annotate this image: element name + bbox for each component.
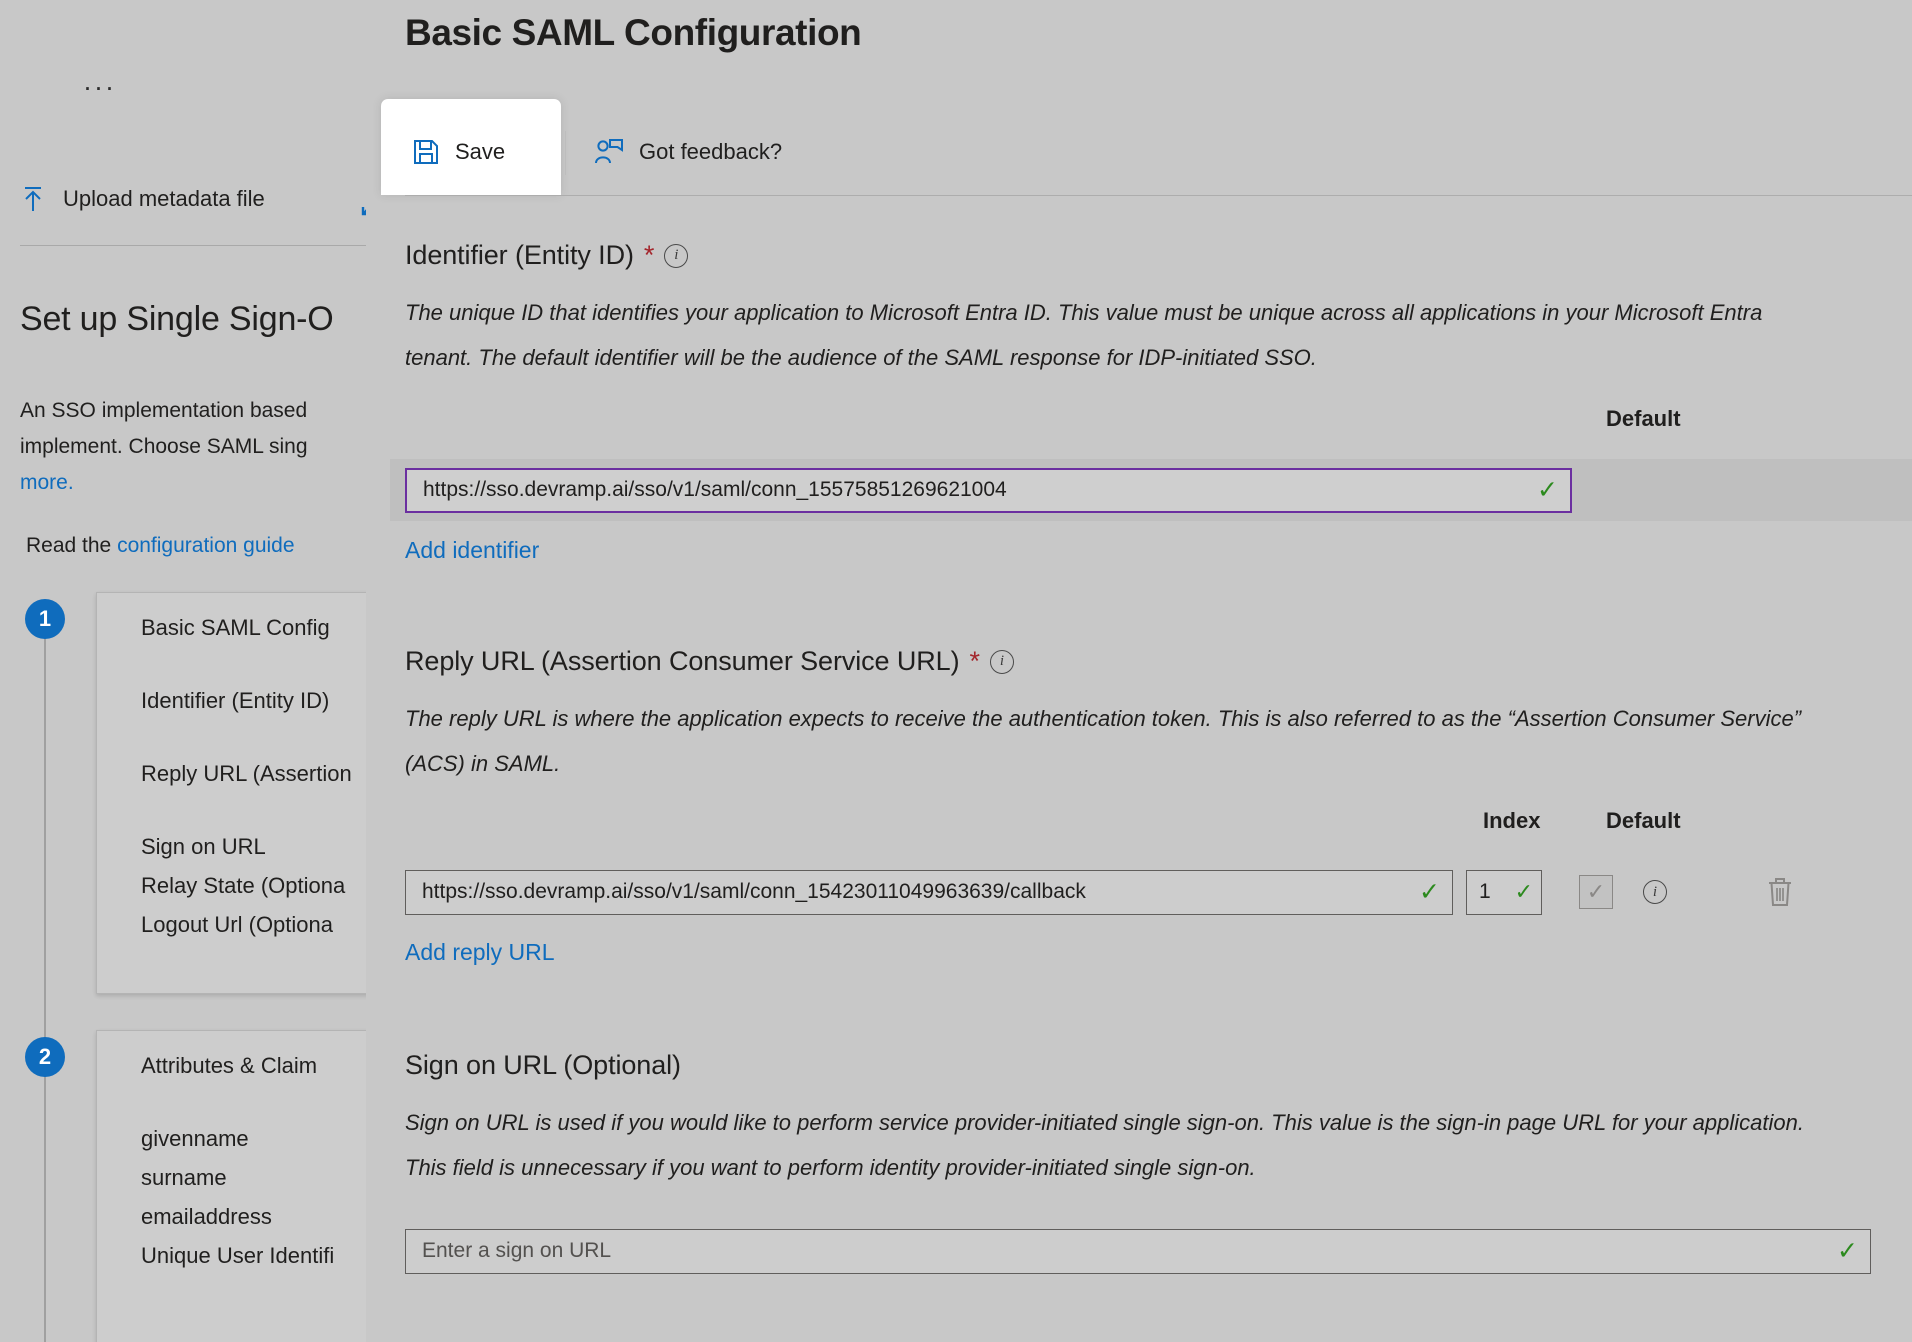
identifier-delete-icon[interactable] [1795,473,1825,507]
background-page: n ··· Upload metadata file Set up Single… [0,0,372,1342]
reply-url-row: https://sso.devramp.ai/sso/v1/saml/conn_… [405,861,1912,923]
got-feedback-button[interactable]: Got feedback? [594,138,782,166]
basic-saml-configuration-blade: Basic SAML Configuration Save Got feedba… [366,0,1912,1342]
background-read-guide-line: Read the configuration guide [26,534,295,558]
upload-arrow-icon [20,185,46,213]
step-card-1-row-identifier: Identifier (Entity ID) [141,681,372,720]
configuration-guide-link[interactable]: configuration guide [117,534,294,557]
identifier-row: https://sso.devramp.ai/sso/v1/saml/conn_… [405,459,1912,521]
sign-on-url-placeholder: Enter a sign on URL [422,1239,1827,1263]
reply-url-required-marker: * [969,648,979,675]
reply-url-default-checkbox: ✓ [1579,875,1613,909]
step-card-2-row-emailaddress: emailaddress [141,1197,372,1236]
identifier-info-icon[interactable]: i [664,244,688,268]
step-badge-2: 2 [25,1037,65,1077]
identifier-label: Identifier (Entity ID) [405,240,634,271]
background-intro-paragraph: An SSO implementation based implement. C… [20,393,372,501]
got-feedback-button-label: Got feedback? [639,139,782,165]
identifier-input[interactable]: https://sso.devramp.ai/sso/v1/saml/conn_… [405,468,1572,513]
step-card-1-row-sign-on-url: Sign on URL [141,827,372,866]
identifier-description: The unique ID that identifies your appli… [405,290,1835,380]
step-badge-1: 1 [25,599,65,639]
add-reply-url-link[interactable]: Add reply URL [405,939,555,966]
sign-on-url-label: Sign on URL (Optional) [405,1050,681,1081]
sign-on-url-input[interactable]: Enter a sign on URL ✓ [405,1229,1871,1274]
step-card-2-row-surname: surname [141,1158,372,1197]
reply-url-label: Reply URL (Assertion Consumer Service UR… [405,646,959,677]
identifier-field-heading: Identifier (Entity ID) * i [405,240,1912,271]
reply-url-column-headers: Index Default [405,808,1912,848]
save-button-label: Save [455,139,505,165]
background-intro-line-1: An SSO implementation based [20,393,372,429]
background-command-bar-divider [20,245,372,246]
section-reply-url: Reply URL (Assertion Consumer Service UR… [405,646,1912,966]
background-section-heading: Set up Single Sign-O [20,300,334,339]
reply-url-field-heading: Reply URL (Assertion Consumer Service UR… [405,646,1912,677]
step-card-1-row-logout-url: Logout Url (Optiona [141,905,372,944]
upload-metadata-file-button[interactable]: Upload metadata file [20,185,372,213]
reply-url-delete-icon[interactable] [1765,875,1795,909]
background-overflow-menu[interactable]: ··· [83,72,116,103]
reply-url-input-value: https://sso.devramp.ai/sso/v1/saml/conn_… [422,880,1409,904]
background-command-bar: Upload metadata file [20,185,372,241]
reply-url-info-icon[interactable]: i [990,650,1014,674]
identifier-default-checkbox: ✓ [1609,473,1643,507]
command-bar-separator [565,131,566,175]
step-card-1-title: Basic SAML Config [141,615,372,641]
read-guide-prefix: Read the [26,534,117,557]
checkmark-icon: ✓ [1515,881,1533,903]
step-card-1-row-reply-url: Reply URL (Assertion [141,754,372,793]
step-card-2-row-unique-user-identifier: Unique User Identifi [141,1236,372,1275]
checkmark-icon: ✓ [1537,478,1558,503]
checkmark-icon: ✓ [1419,880,1440,905]
learn-more-link[interactable]: more. [20,465,372,501]
step-card-basic-saml-configuration[interactable]: Basic SAML Config Identifier (Entity ID)… [96,592,372,994]
step-card-2-row-givenname: givenname [141,1119,372,1158]
command-bar-divider [405,195,1912,196]
reply-url-description: The reply URL is where the application e… [405,696,1810,786]
checkmark-icon: ✓ [1837,1239,1858,1264]
sign-on-url-field-heading: Sign on URL (Optional) [405,1050,1912,1081]
identifier-row-info-icon[interactable]: i [1673,478,1697,502]
step-card-2-title: Attributes & Claim [141,1053,372,1079]
person-feedback-icon [594,138,624,166]
upload-metadata-file-label: Upload metadata file [63,186,265,212]
save-button[interactable]: Save [412,138,505,166]
add-identifier-link[interactable]: Add identifier [405,537,539,564]
identifier-column-header-default: Default [1606,406,1681,432]
reply-url-row-info-icon[interactable]: i [1643,880,1667,904]
page-title: Basic SAML Configuration [405,12,861,54]
identifier-input-value: https://sso.devramp.ai/sso/v1/saml/conn_… [423,478,1527,502]
sign-on-url-row: Enter a sign on URL ✓ [405,1220,1912,1282]
reply-url-index-value: 1 [1479,880,1511,904]
section-sign-on-url: Sign on URL (Optional) Sign on URL is us… [405,1050,1912,1282]
reply-url-column-header-index: Index [1483,808,1540,834]
background-intro-line-2: implement. Choose SAML sing [20,429,372,465]
save-disk-icon [412,138,440,166]
reply-url-column-header-default: Default [1606,808,1681,834]
step-card-attributes-and-claims[interactable]: Attributes & Claim givenname surname ema… [96,1030,372,1342]
section-identifier-entity-id: Identifier (Entity ID) * i The unique ID… [405,240,1912,564]
reply-url-index-input[interactable]: 1 ✓ [1466,870,1542,915]
identifier-column-headers: Default [405,406,1912,446]
sign-on-url-description: Sign on URL is used if you would like to… [405,1100,1825,1190]
step-card-1-row-relay-state: Relay State (Optiona [141,866,372,905]
reply-url-input[interactable]: https://sso.devramp.ai/sso/v1/saml/conn_… [405,870,1453,915]
identifier-required-marker: * [644,242,654,269]
step-rail [44,600,46,1342]
